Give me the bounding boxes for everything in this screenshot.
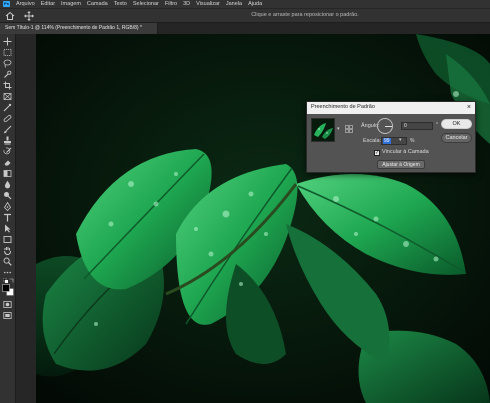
zoom-icon[interactable]: [3, 257, 12, 266]
menu-arquivo[interactable]: Arquivo: [16, 0, 35, 8]
path-select-icon[interactable]: [3, 224, 12, 233]
frame-icon[interactable]: [3, 92, 12, 101]
history-brush-icon[interactable]: [3, 147, 12, 156]
chevron-down-icon[interactable]: ▾: [337, 126, 340, 132]
dialog-titlebar[interactable]: Preenchimento de Padrão ×: [307, 102, 475, 114]
eyedropper-icon[interactable]: [3, 103, 12, 112]
menu-visualizar[interactable]: Visualizar: [196, 0, 220, 8]
link-with-layer-checkbox[interactable]: ✓: [374, 150, 380, 156]
pattern-grid-icon[interactable]: [345, 125, 353, 133]
move-tool-icon[interactable]: [24, 11, 34, 21]
menu-camada[interactable]: Camada: [87, 0, 108, 8]
lasso-icon[interactable]: [3, 59, 12, 68]
cancel-button[interactable]: Cancelar: [441, 133, 472, 143]
dodge-icon[interactable]: [3, 191, 12, 200]
menu-editar[interactable]: Editar: [41, 0, 55, 8]
healing-icon[interactable]: [3, 114, 12, 123]
dialog-title: Preenchimento de Padrão: [311, 104, 375, 110]
quick-select-icon[interactable]: [3, 70, 12, 79]
menu-janela[interactable]: Janela: [226, 0, 242, 8]
ok-button[interactable]: OK: [441, 119, 472, 129]
hand-icon[interactable]: [3, 246, 12, 255]
swap-colors-icon[interactable]: [9, 278, 14, 283]
type-icon[interactable]: [3, 213, 12, 222]
screen-mode-icon[interactable]: [3, 311, 12, 320]
eraser-icon[interactable]: [3, 158, 12, 167]
pattern-picker[interactable]: [311, 118, 335, 142]
menu-filtro[interactable]: Filtro: [165, 0, 177, 8]
scale-input[interactable]: 99: [381, 137, 407, 145]
options-bar: Clique e arraste para reposicionar o pad…: [0, 8, 490, 23]
gradient-icon[interactable]: [3, 169, 12, 178]
move-icon[interactable]: [3, 37, 12, 46]
close-icon[interactable]: ×: [467, 103, 471, 113]
menu-bar: Ps Arquivo Editar Imagem Camada Texto Se…: [0, 0, 490, 8]
scale-value: 99: [383, 138, 391, 144]
brush-icon[interactable]: [3, 125, 12, 134]
quick-mask-icon[interactable]: [3, 300, 12, 309]
pen-icon[interactable]: [3, 202, 12, 211]
marquee-icon[interactable]: [3, 48, 12, 57]
foreground-color-swatch[interactable]: [2, 284, 14, 296]
more-tools-icon[interactable]: [3, 268, 12, 277]
canvas-area[interactable]: [16, 34, 490, 403]
menu-texto[interactable]: Texto: [114, 0, 127, 8]
document-canvas[interactable]: [36, 34, 490, 403]
rectangle-icon[interactable]: [3, 235, 12, 244]
leaves-photo: [36, 34, 490, 403]
default-colors-icon[interactable]: [3, 278, 8, 283]
snap-to-origin-button[interactable]: Ajustar à Origem: [377, 160, 425, 169]
menu-3d[interactable]: 3D: [183, 0, 190, 8]
menu-imagem[interactable]: Imagem: [61, 0, 81, 8]
angle-dial[interactable]: [377, 118, 393, 134]
crop-icon[interactable]: [3, 81, 12, 90]
photoshop-logo-icon[interactable]: Ps: [3, 1, 10, 7]
stamp-icon[interactable]: [3, 136, 12, 145]
scale-dropdown-icon[interactable]: ▾: [399, 137, 402, 143]
link-with-layer-label[interactable]: Vincular à Camada: [382, 149, 429, 155]
menu-selecionar[interactable]: Selecionar: [133, 0, 159, 8]
menu-ajuda[interactable]: Ajuda: [248, 0, 262, 8]
pattern-fill-dialog: Preenchimento de Padrão × ▾ Ângulo: 0 ° …: [306, 101, 476, 173]
angle-input[interactable]: 0: [401, 122, 433, 130]
tools-panel: [0, 34, 16, 403]
document-tab-bar: Sem Título-1 @ 114% (Preenchimento de Pa…: [0, 23, 490, 34]
scale-label: Escala:: [363, 138, 382, 144]
home-icon[interactable]: [5, 11, 15, 21]
document-tab[interactable]: Sem Título-1 @ 114% (Preenchimento de Pa…: [0, 23, 158, 34]
options-hint-text: Clique e arraste para reposicionar o pad…: [251, 12, 359, 18]
angle-unit: °: [436, 122, 438, 128]
scale-unit: %: [410, 138, 415, 144]
blur-icon[interactable]: [3, 180, 12, 189]
